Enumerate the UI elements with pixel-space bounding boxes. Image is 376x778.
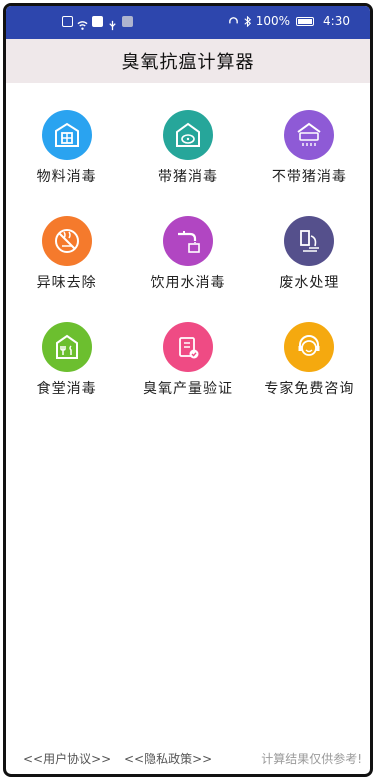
support-headset-icon — [284, 322, 335, 372]
tile-label: 专家免费咨询 — [264, 381, 355, 397]
tile-odor-removal[interactable]: 异味去除 — [6, 216, 127, 292]
no-smell-icon — [41, 216, 92, 266]
air-purifier-icon — [284, 110, 335, 160]
tile-label: 废水处理 — [279, 275, 340, 291]
tile-drinking-water-disinfection[interactable]: 饮用水消毒 — [127, 216, 248, 292]
user-agreement-link[interactable]: <<用户协议>> — [23, 750, 111, 767]
tile-label: 臭氧产量验证 — [142, 381, 233, 397]
tile-label: 饮用水消毒 — [150, 275, 226, 291]
tile-with-pig-disinfection[interactable]: 带猪消毒 — [127, 110, 248, 186]
status-bar: 100% 4:30 — [6, 6, 370, 39]
wifi-icon — [77, 16, 88, 30]
tile-label: 物料消毒 — [36, 169, 97, 185]
water-faucet-icon — [162, 216, 213, 266]
tile-without-pig-disinfection[interactable]: 不带猪消毒 — [249, 110, 370, 186]
privacy-policy-link[interactable]: <<隐私政策>> — [124, 750, 212, 767]
app-title-bar: 臭氧抗瘟计算器 — [6, 39, 370, 83]
tile-material-disinfection[interactable]: 物料消毒 — [6, 110, 127, 186]
battery-icon — [296, 16, 315, 26]
phone-frame: 100% 4:30 臭氧抗瘟计算器 物料消毒 带猪消毒 不带猪消毒 异味去除 饮… — [3, 3, 373, 777]
status-notification-icons — [62, 16, 133, 31]
status-system-icons: 100% 4:30 — [228, 14, 350, 28]
tile-canteen-disinfection[interactable]: 食堂消毒 — [6, 322, 127, 398]
headset-icon — [228, 16, 239, 27]
clipboard-check-icon — [162, 322, 213, 372]
android-notification-icon — [122, 16, 133, 27]
usb-icon — [107, 16, 118, 31]
tile-label: 不带猪消毒 — [271, 169, 347, 185]
wastewater-icon — [284, 216, 335, 266]
canteen-icon — [41, 322, 92, 372]
tile-wastewater-treatment[interactable]: 废水处理 — [249, 216, 370, 292]
footer: <<用户协议>> <<隐私政策>> 计算结果仅供参考! — [6, 750, 370, 768]
status-time: 4:30 — [323, 14, 350, 28]
sim-alert-icon — [62, 16, 73, 27]
feature-grid: 物料消毒 带猪消毒 不带猪消毒 异味去除 饮用水消毒 废水处理 食堂消毒 臭氧产… — [6, 110, 370, 398]
bluetooth-icon — [242, 15, 253, 27]
tile-expert-consultation[interactable]: 专家免费咨询 — [249, 322, 370, 398]
battery-percent: 100% — [255, 14, 291, 28]
tile-label: 异味去除 — [36, 275, 97, 291]
tile-label: 带猪消毒 — [157, 169, 218, 185]
warehouse-icon — [41, 110, 92, 160]
page-title: 臭氧抗瘟计算器 — [121, 52, 255, 73]
disclaimer-text: 计算结果仅供参考! — [261, 752, 362, 766]
tile-ozone-output-verification[interactable]: 臭氧产量验证 — [127, 322, 248, 398]
barn-pig-icon — [162, 110, 213, 160]
app-notification-icon — [92, 16, 103, 27]
tile-label: 食堂消毒 — [36, 381, 97, 397]
